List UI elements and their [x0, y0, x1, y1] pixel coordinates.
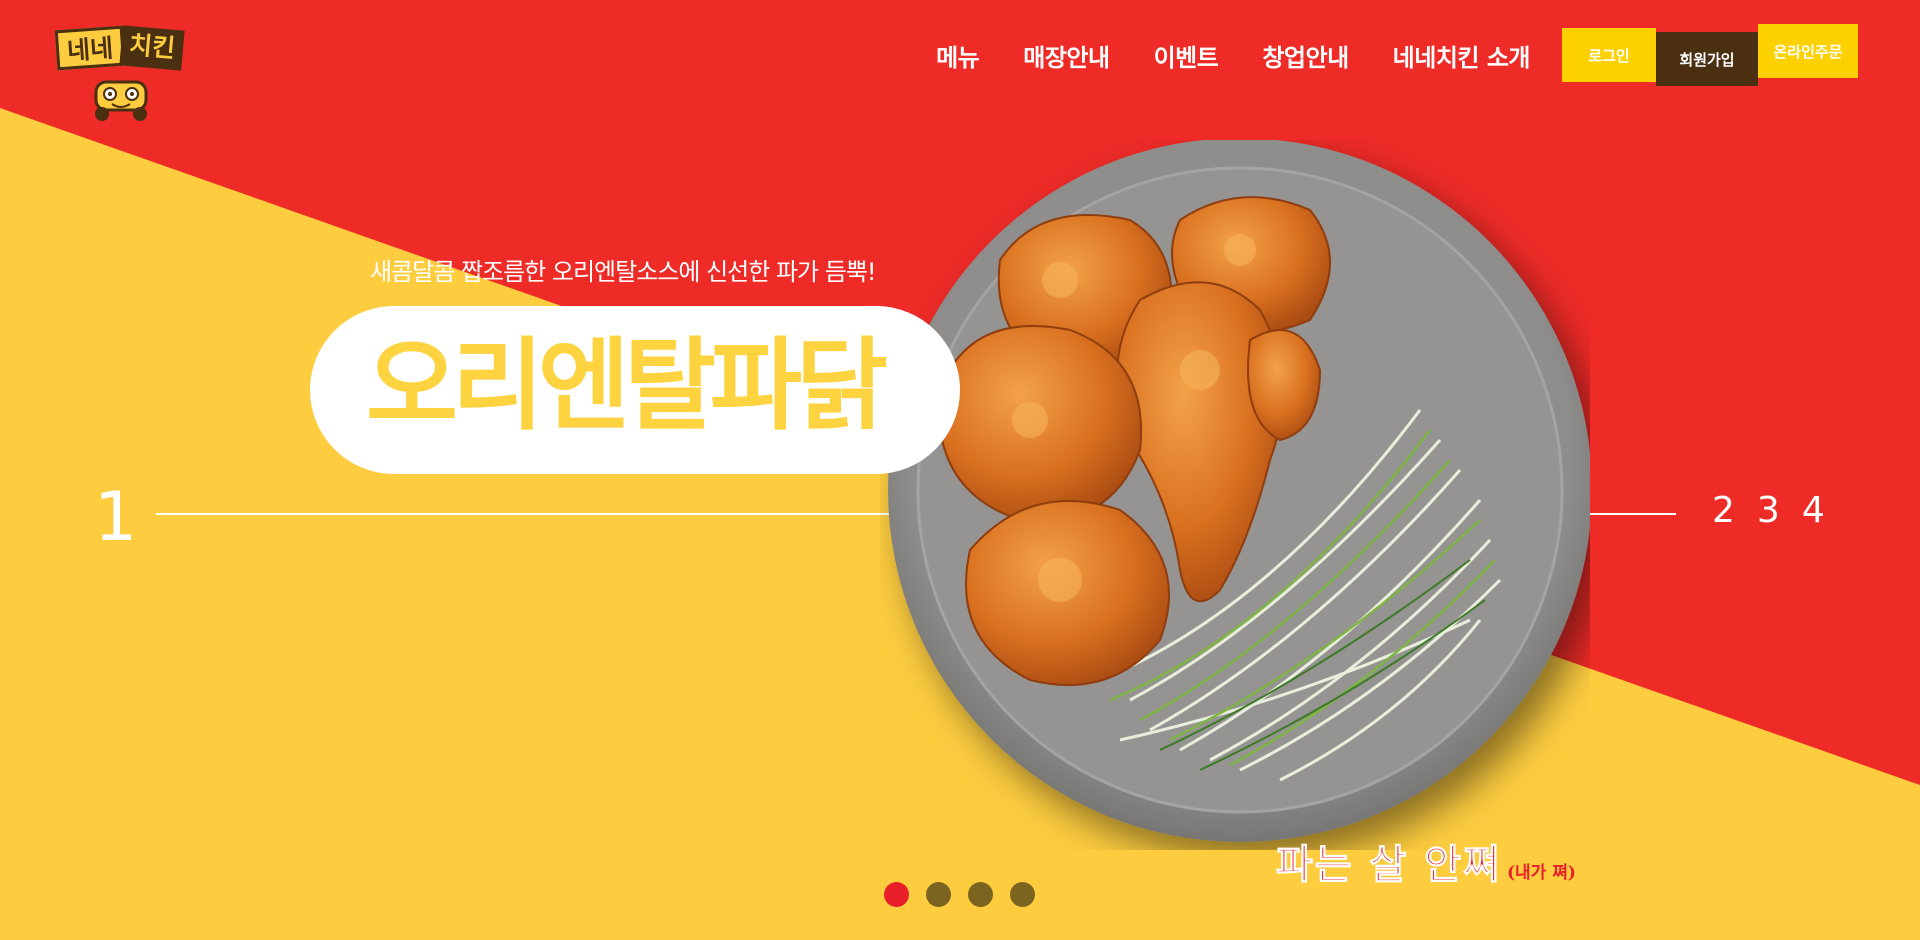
auth-buttons: 로그인 회원가입 온라인주문 — [1562, 24, 1858, 86]
hero-catchphrase: 파는 살 안쪄 (내가 쪄) — [1276, 832, 1576, 890]
catchphrase-main: 파는 살 안쪄 — [1276, 841, 1502, 889]
slider-dot-1[interactable] — [884, 882, 909, 907]
logo-word-nene: 네네 — [54, 25, 126, 71]
slider-dots — [884, 882, 1035, 907]
slider-dot-4[interactable] — [1010, 882, 1035, 907]
chicken-plate-image — [888, 140, 1590, 842]
nav-item-franchise[interactable]: 창업안내 — [1262, 38, 1349, 73]
slider-line-left — [156, 513, 896, 515]
logo-word-chicken: 치킨 — [119, 25, 185, 71]
slide-current-number: 1 — [94, 478, 138, 557]
slider-line-right — [1588, 513, 1676, 515]
slider-dot-3[interactable] — [968, 882, 993, 907]
slide-numbers: 2 3 4 — [1712, 490, 1825, 531]
slider-dot-2[interactable] — [926, 882, 951, 907]
logo-wordmark: 네네 치킨 — [54, 25, 185, 71]
hero-title: 오리엔탈파닭 — [366, 327, 888, 444]
slide-number-3[interactable]: 3 — [1757, 490, 1780, 531]
nav-item-events[interactable]: 이벤트 — [1154, 38, 1219, 73]
join-button[interactable]: 회원가입 — [1656, 32, 1758, 86]
nav-item-stores[interactable]: 매장안내 — [1023, 38, 1110, 73]
online-order-button[interactable]: 온라인주문 — [1758, 24, 1858, 78]
hero-slogan: 새콤달콤 짭조름한 오리엔탈소스에 신선한 파가 듬뿍! — [370, 258, 877, 286]
nav-item-menu[interactable]: 메뉴 — [936, 38, 980, 73]
logo-car-icon — [94, 68, 148, 121]
catchphrase-sub: (내가 쪄) — [1506, 863, 1576, 883]
brand-logo[interactable]: 네네 치킨 — [54, 24, 196, 124]
main-nav: 메뉴 매장안내 이벤트 창업안내 네네치킨 소개 — [892, 38, 1530, 73]
slide-number-4[interactable]: 4 — [1802, 490, 1825, 531]
nav-item-about[interactable]: 네네치킨 소개 — [1393, 38, 1531, 73]
slide-number-2[interactable]: 2 — [1712, 490, 1735, 531]
login-button[interactable]: 로그인 — [1562, 28, 1656, 82]
